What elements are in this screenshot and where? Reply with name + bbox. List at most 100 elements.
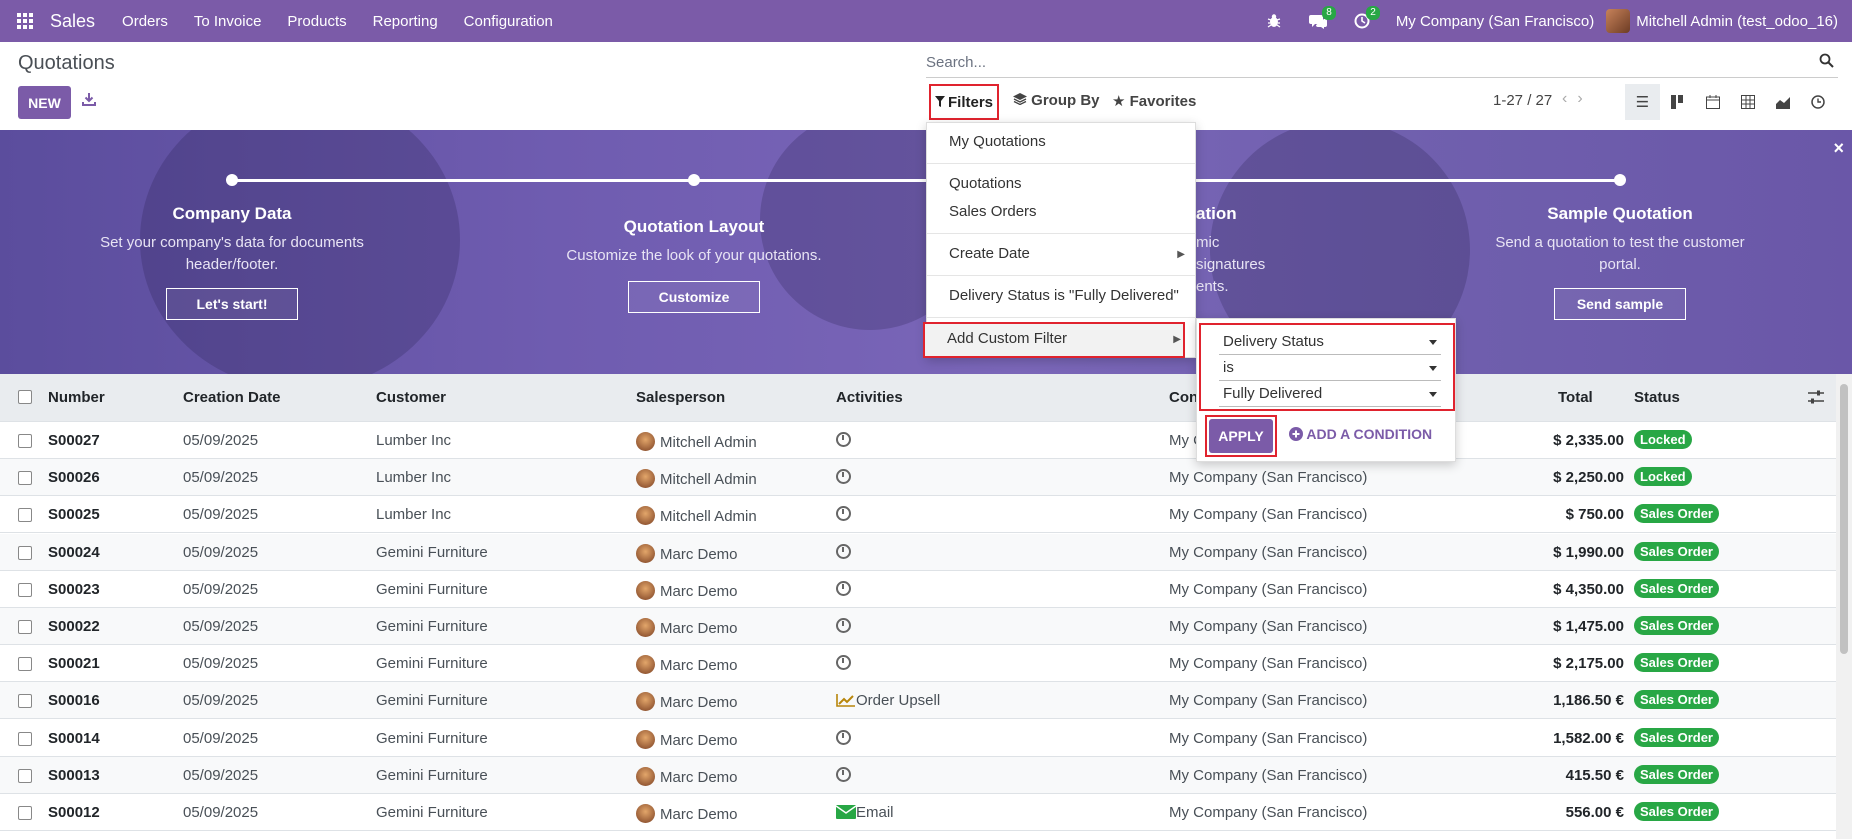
row-checkbox[interactable]: [18, 732, 32, 746]
cell-company: My Company (San Francisco): [1169, 692, 1368, 709]
chevron-right-icon[interactable]: ›: [1577, 90, 1592, 107]
step-title: ation: [1196, 204, 1237, 223]
cell-activities[interactable]: [836, 730, 851, 749]
filter-funnel-icon: [934, 94, 945, 111]
search-icon[interactable]: [1819, 53, 1838, 73]
salesperson-name: Marc Demo: [660, 769, 738, 786]
user-menu[interactable]: Mitchell Admin (test_odoo_16): [1606, 9, 1852, 33]
cell-activities[interactable]: [836, 432, 851, 451]
apps-menu-icon[interactable]: [0, 0, 50, 42]
favorites-button[interactable]: ★ Favorites: [1112, 92, 1196, 110]
table-row[interactable]: S00023 05/09/2025 Gemini Furniture Marc Dem…: [0, 571, 1836, 608]
user-avatar: [1606, 9, 1631, 33]
clock-icon: [836, 618, 851, 633]
table-row[interactable]: S00013 05/09/2025 Gemini Furniture Marc Dem…: [0, 757, 1836, 794]
table-row[interactable]: S00025 05/09/2025 Lumber Inc Mitchell Admin…: [0, 496, 1836, 533]
filters-button[interactable]: Filters: [929, 84, 999, 120]
value-select[interactable]: Fully Delivered: [1219, 383, 1441, 407]
row-checkbox[interactable]: [18, 657, 32, 671]
row-checkbox[interactable]: [18, 694, 32, 708]
header-salesperson[interactable]: Salesperson: [636, 389, 725, 406]
calendar-view-icon[interactable]: [1695, 84, 1730, 120]
header-creation-date[interactable]: Creation Date: [183, 389, 281, 406]
cell-total: $ 1,990.00: [1553, 544, 1624, 561]
activities-clock-icon[interactable]: 2: [1340, 0, 1384, 42]
row-checkbox[interactable]: [18, 806, 32, 820]
graph-view-icon[interactable]: [1765, 84, 1800, 120]
row-checkbox[interactable]: [18, 583, 32, 597]
cell-activities[interactable]: Email: [835, 804, 894, 821]
header-total[interactable]: Total: [1558, 389, 1593, 406]
cell-activities[interactable]: [836, 544, 851, 563]
cell-activities[interactable]: [836, 506, 851, 525]
group-by-button[interactable]: Group By: [1013, 92, 1100, 109]
header-status[interactable]: Status: [1634, 389, 1680, 406]
cell-activities[interactable]: [836, 581, 851, 600]
filter-delivery-status[interactable]: Delivery Status is "Fully Delivered": [949, 287, 1179, 304]
menu-configuration[interactable]: Configuration: [451, 0, 566, 42]
app-brand[interactable]: Sales: [50, 11, 95, 32]
row-checkbox[interactable]: [18, 769, 32, 783]
field-select[interactable]: Delivery Status: [1219, 331, 1441, 355]
optional-columns-icon[interactable]: [1808, 390, 1824, 408]
row-checkbox[interactable]: [18, 471, 32, 485]
clock-icon: [836, 581, 851, 596]
operator-select[interactable]: is: [1219, 357, 1441, 381]
filter-my-quotations[interactable]: My Quotations: [949, 133, 1046, 150]
filter-sales-orders[interactable]: Sales Orders: [949, 203, 1037, 220]
row-checkbox[interactable]: [18, 620, 32, 634]
download-icon[interactable]: [82, 92, 96, 111]
pager-value[interactable]: 1-27 / 27: [1493, 92, 1552, 109]
customize-button[interactable]: Customize: [628, 281, 760, 313]
salesperson-avatar: [636, 655, 655, 674]
debug-bug-icon[interactable]: [1252, 0, 1296, 42]
messages-icon[interactable]: 8: [1296, 0, 1340, 42]
header-number[interactable]: Number: [48, 389, 105, 406]
company-switcher[interactable]: My Company (San Francisco): [1384, 13, 1606, 30]
list-view-icon[interactable]: ☰: [1625, 84, 1660, 120]
row-checkbox[interactable]: [18, 546, 32, 560]
filter-create-date[interactable]: Create Date: [949, 245, 1030, 262]
cell-activities[interactable]: [836, 469, 851, 488]
layers-icon: [1013, 92, 1031, 109]
menu-products[interactable]: Products: [274, 0, 359, 42]
header-activities[interactable]: Activities: [836, 389, 903, 406]
lets-start-button[interactable]: Let's start!: [166, 288, 298, 320]
menu-to-invoice[interactable]: To Invoice: [181, 0, 275, 42]
chevron-left-icon[interactable]: ‹: [1562, 90, 1577, 107]
table-row[interactable]: S00012 05/09/2025 Gemini Furniture Marc Dem…: [0, 794, 1836, 831]
table-row[interactable]: S00021 05/09/2025 Gemini Furniture Marc Dem…: [0, 645, 1836, 682]
select-all-checkbox[interactable]: [18, 390, 32, 404]
filter-quotations[interactable]: Quotations: [949, 175, 1022, 192]
row-checkbox[interactable]: [18, 434, 32, 448]
header-customer[interactable]: Customer: [376, 389, 446, 406]
table-row[interactable]: S00016 05/09/2025 Gemini Furniture Marc Dem…: [0, 682, 1836, 719]
table-row[interactable]: S00014 05/09/2025 Gemini Furniture Marc Dem…: [0, 720, 1836, 757]
cell-activities[interactable]: [836, 618, 851, 637]
add-condition-button[interactable]: ADD A CONDITION: [1289, 426, 1432, 442]
clock-icon: [836, 506, 851, 521]
table-row[interactable]: S00027 05/09/2025 Lumber Inc Mitchell Admin…: [0, 422, 1836, 459]
header-company[interactable]: Con: [1169, 389, 1198, 406]
row-checkbox[interactable]: [18, 508, 32, 522]
cell-activities[interactable]: Order Upsell: [836, 692, 940, 709]
search-input[interactable]: [926, 54, 1819, 71]
apply-button[interactable]: APPLY: [1209, 419, 1273, 453]
cell-activities[interactable]: [836, 655, 851, 674]
add-custom-filter-item[interactable]: Add Custom Filter ▶: [923, 322, 1185, 358]
table-row[interactable]: S00022 05/09/2025 Gemini Furniture Marc Dem…: [0, 608, 1836, 645]
cell-company: My Company (San Francisco): [1169, 804, 1368, 821]
cell-activities[interactable]: [836, 767, 851, 786]
pivot-view-icon[interactable]: [1730, 84, 1765, 120]
table-row[interactable]: S00026 05/09/2025 Lumber Inc Mitchell Admin…: [0, 459, 1836, 496]
banner-close-icon[interactable]: ×: [1833, 138, 1844, 159]
send-sample-button[interactable]: Send sample: [1554, 288, 1686, 320]
scrollbar[interactable]: [1836, 374, 1852, 839]
new-button[interactable]: NEW: [18, 86, 71, 119]
table-row[interactable]: S00024 05/09/2025 Gemini Furniture Marc Dem…: [0, 534, 1836, 571]
menu-orders[interactable]: Orders: [109, 0, 181, 42]
step-desc: portal.: [1599, 256, 1641, 273]
kanban-view-icon[interactable]: [1660, 84, 1695, 120]
activity-view-icon[interactable]: [1800, 84, 1835, 120]
menu-reporting[interactable]: Reporting: [360, 0, 451, 42]
